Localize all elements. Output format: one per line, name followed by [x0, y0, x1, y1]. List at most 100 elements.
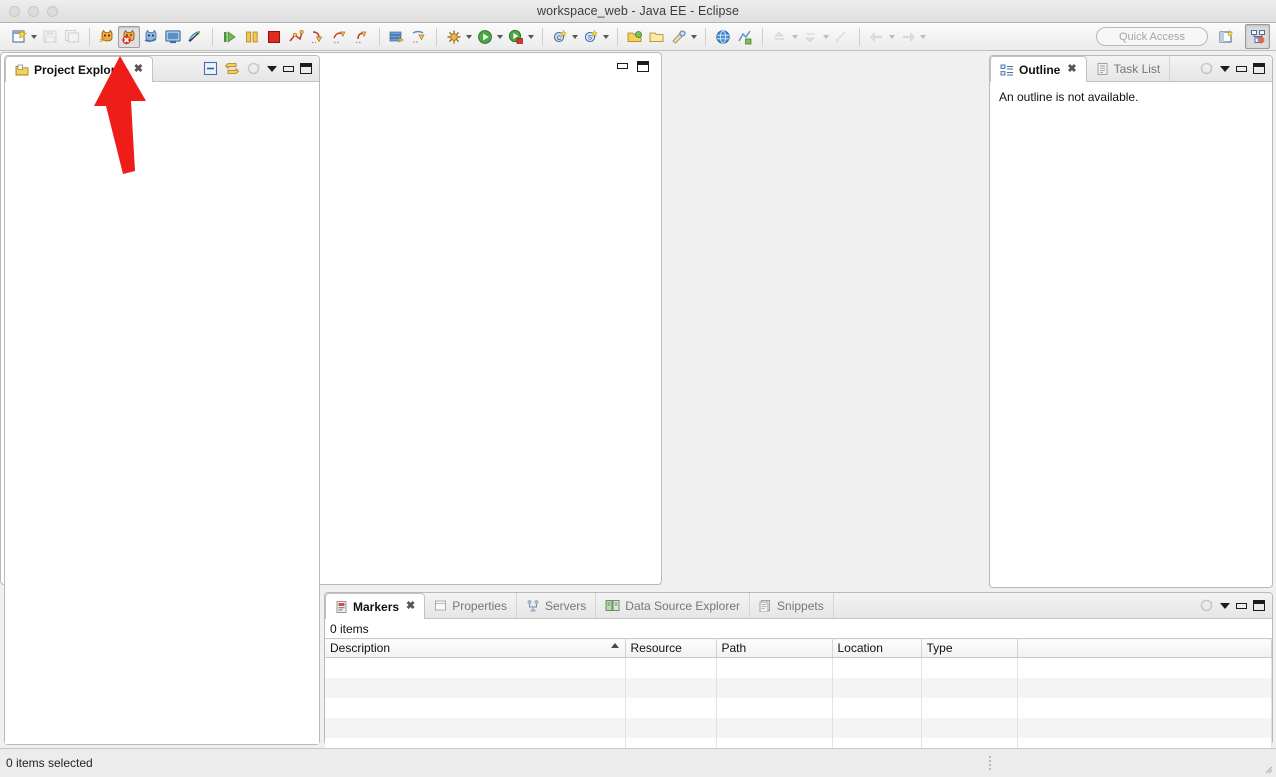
toolbar-separator — [617, 27, 618, 46]
toolbar-separator — [379, 27, 380, 46]
search-icon[interactable] — [668, 26, 690, 48]
maximize-icon[interactable] — [1253, 600, 1265, 611]
tomcat-start-icon[interactable] — [96, 26, 118, 48]
cell — [716, 697, 833, 718]
minimize-icon[interactable] — [1236, 602, 1247, 609]
perspective-javaee-button[interactable] — [1245, 24, 1270, 49]
eclipse-window: workspace_web - Java EE - Eclipse C S Qu… — [0, 0, 1276, 777]
debug-dropdown-icon[interactable] — [466, 34, 472, 39]
toolbar-separator — [212, 27, 213, 46]
quick-access-input[interactable]: Quick Access — [1096, 27, 1208, 46]
tab-properties[interactable]: Properties — [425, 593, 517, 618]
tab-label: Snippets — [777, 598, 824, 613]
tab-label: Task List — [1113, 61, 1161, 76]
markers-icon — [335, 600, 348, 614]
tab-snippets[interactable]: Snippets — [750, 593, 834, 618]
cell — [625, 677, 717, 698]
toolbar-right-group: Quick Access — [1096, 24, 1276, 49]
window-resize-grip[interactable] — [1263, 764, 1273, 774]
toolbar-separator — [542, 27, 543, 46]
web-browser-icon[interactable] — [712, 26, 734, 48]
tab-outline[interactable]: Outline ✖ — [990, 56, 1087, 82]
skip-breakpoints-icon[interactable] — [184, 26, 206, 48]
open-console-icon[interactable] — [162, 26, 184, 48]
debug-icon[interactable] — [443, 26, 465, 48]
column-header-description[interactable]: Description — [325, 638, 626, 658]
new-java-class-dropdown-icon[interactable] — [572, 34, 578, 39]
focus-on-active-task-icon — [1199, 61, 1214, 76]
close-icon[interactable]: ✖ — [1067, 64, 1076, 75]
external-tools-dropdown-icon[interactable] — [528, 34, 534, 39]
table-row[interactable] — [325, 717, 1272, 738]
tab-servers[interactable]: Servers — [517, 593, 597, 618]
outline-tabbar: Outline ✖ Task List — [990, 56, 1272, 82]
new-wizard-dropdown-icon[interactable] — [31, 34, 37, 39]
project-explorer-tree[interactable] — [5, 82, 319, 744]
maximize-icon[interactable] — [1253, 63, 1265, 74]
new-java-interface-dropdown-icon[interactable] — [603, 34, 609, 39]
snippets-icon — [759, 599, 772, 612]
cell — [921, 677, 1018, 698]
suspend-icon[interactable] — [241, 26, 263, 48]
table-row[interactable] — [325, 657, 1272, 678]
cell — [325, 677, 626, 698]
forward-icon — [897, 26, 919, 48]
toolbar-group-search — [622, 25, 701, 49]
tab-markers[interactable]: Markers ✖ — [325, 593, 426, 619]
step-into-icon[interactable] — [307, 26, 329, 48]
minimize-icon[interactable] — [617, 63, 628, 69]
view-menu-icon[interactable] — [1220, 65, 1230, 72]
toolbar-separator — [705, 27, 706, 46]
run-external-tools-icon[interactable] — [505, 26, 527, 48]
run-dropdown-icon[interactable] — [497, 34, 503, 39]
step-return-icon[interactable] — [351, 26, 373, 48]
new-wizard-icon[interactable] — [8, 26, 30, 48]
markers-tabbar: Markers ✖ Properties Servers Data Source… — [325, 593, 1272, 619]
close-icon[interactable]: ✖ — [406, 601, 415, 612]
cell — [832, 697, 922, 718]
data-source-explorer-icon — [605, 599, 620, 612]
resume-icon[interactable] — [219, 26, 241, 48]
search-dropdown-icon[interactable] — [691, 34, 697, 39]
cell — [921, 717, 1018, 738]
toolbar-group-web — [710, 25, 758, 49]
run-icon[interactable] — [474, 26, 496, 48]
tab-task-list[interactable]: Task List — [1087, 56, 1171, 81]
minimize-icon[interactable] — [1236, 65, 1247, 72]
maximize-icon[interactable] — [637, 60, 649, 72]
column-header-resource[interactable]: Resource — [625, 638, 717, 658]
cell — [625, 717, 717, 738]
save-icon — [39, 26, 61, 48]
tomcat-stop-icon[interactable] — [118, 25, 140, 48]
next-annotation-icon — [800, 26, 822, 48]
view-menu-icon[interactable] — [1220, 602, 1230, 609]
tomcat-restart-icon[interactable] — [140, 26, 162, 48]
open-type-icon[interactable] — [624, 26, 646, 48]
task-list-icon — [1096, 62, 1109, 76]
column-header-type[interactable]: Type — [921, 638, 1018, 658]
open-task-icon[interactable] — [646, 26, 668, 48]
disconnect-icon[interactable] — [285, 26, 307, 48]
publish-icon[interactable] — [408, 26, 430, 48]
profile-icon[interactable] — [734, 26, 756, 48]
column-header-location[interactable]: Location — [832, 638, 922, 658]
toolbar-group-debug — [217, 25, 375, 49]
new-java-class-icon[interactable]: C — [549, 26, 571, 48]
open-perspective-button[interactable] — [1214, 24, 1239, 49]
title-bar: workspace_web - Java EE - Eclipse — [0, 0, 1276, 23]
new-server-icon[interactable] — [386, 26, 408, 48]
outline-message: An outline is not available. — [999, 90, 1139, 104]
status-bar-grip[interactable] — [988, 755, 992, 772]
step-over-icon[interactable] — [329, 26, 351, 48]
terminate-icon[interactable] — [263, 26, 285, 48]
cell — [716, 717, 833, 738]
new-java-interface-icon[interactable]: S — [580, 26, 602, 48]
cell — [625, 657, 717, 678]
back-icon — [866, 26, 888, 48]
table-row[interactable] — [325, 697, 1272, 718]
back-dropdown-icon — [889, 34, 895, 39]
tab-data-source-explorer[interactable]: Data Source Explorer — [596, 593, 751, 618]
column-header-path[interactable]: Path — [716, 638, 833, 658]
table-row[interactable] — [325, 677, 1272, 698]
tab-label: Properties — [452, 598, 507, 613]
